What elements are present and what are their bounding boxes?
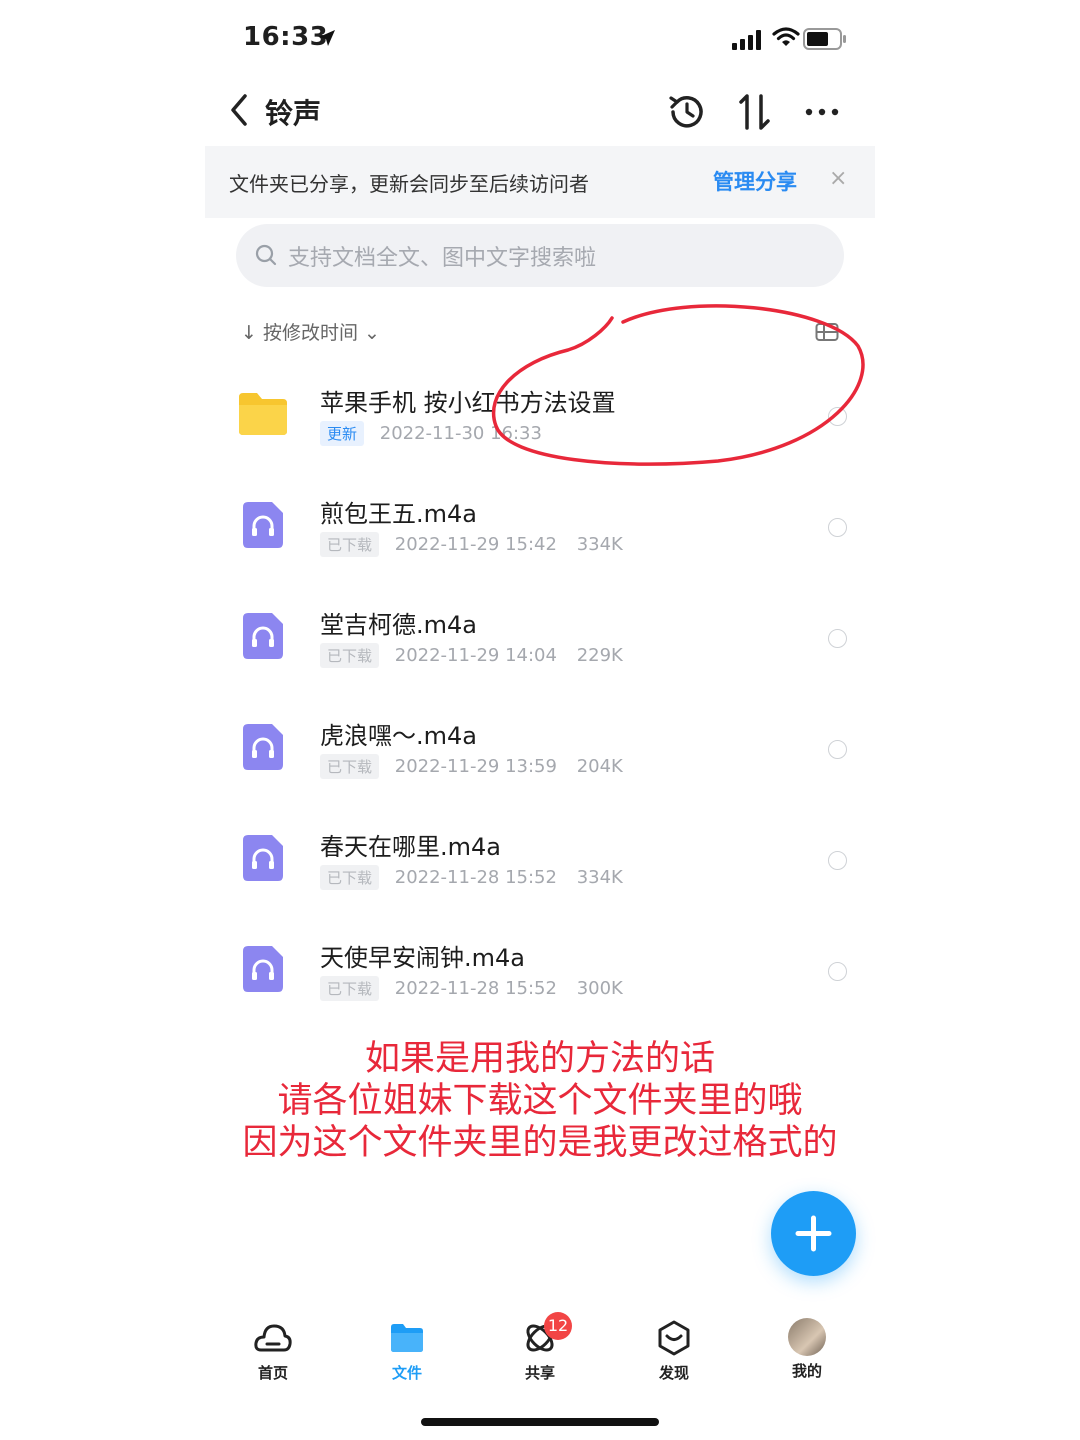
discover-box-icon	[658, 1320, 690, 1356]
tab-label: 首页	[257, 1364, 288, 1382]
annotation-note: 如果是用我的方法的话 请各位姐妹下载这个文件夹里的哦 因为这个文件夹里的是我更改…	[0, 1038, 1080, 1164]
file-size: 300K	[576, 978, 623, 999]
file-name: 春天在哪里.m4a	[320, 833, 501, 861]
list-item-audio[interactable]: 堂吉柯德.m4a 已下载 2022-11-29 14:04 229K	[205, 585, 875, 696]
updated-badge: 更新	[320, 421, 365, 446]
list-item-audio[interactable]: 虎浪嘿～.m4a 已下载 2022-11-29 13:59 204K	[205, 696, 875, 807]
file-date: 2022-11-28 15:52	[394, 867, 557, 888]
sort-by-modified-button[interactable]: ↓ 按修改时间 ⌄	[241, 318, 380, 345]
back-chevron-icon[interactable]	[227, 90, 251, 130]
phone-screen: 16:33 铃声 文件夹已分享，更新会同步至后续访问者 管理分享 × 支持文档全…	[205, 0, 875, 1440]
list-item-audio[interactable]: 煎包王五.m4a 已下载 2022-11-29 15:42 334K	[205, 474, 875, 585]
audio-file-icon	[243, 946, 283, 992]
audio-file-icon	[243, 835, 283, 881]
status-time: 16:33	[243, 22, 329, 52]
wifi-icon	[772, 27, 800, 46]
select-radio[interactable]	[828, 629, 847, 648]
note-line-2: 请各位姐妹下载这个文件夹里的哦	[277, 1081, 803, 1121]
tab-label: 文件	[391, 1364, 422, 1382]
tab-label: 发现	[658, 1364, 689, 1382]
tab-label: 共享	[524, 1364, 555, 1382]
share-count-badge: 12	[544, 1312, 572, 1340]
tab-share[interactable]: 12 共享	[500, 1312, 580, 1383]
search-input[interactable]: 支持文档全文、图中文字搜索啦	[236, 224, 844, 287]
file-size: 229K	[576, 645, 623, 666]
downloaded-badge: 已下载	[320, 754, 380, 779]
file-date: 2022-11-29 15:42	[394, 534, 557, 555]
note-line-1: 如果是用我的方法的话	[364, 1039, 715, 1079]
share-banner: 文件夹已分享，更新会同步至后续访问者 管理分享 ×	[205, 146, 875, 218]
file-meta: 已下载 2022-11-28 15:52 334K	[320, 865, 623, 890]
downloaded-badge: 已下载	[320, 532, 380, 557]
battery-icon	[803, 28, 846, 50]
file-meta: 已下载 2022-11-29 13:59 204K	[320, 754, 623, 779]
more-dots-icon[interactable]	[801, 90, 845, 134]
downloaded-badge: 已下载	[320, 643, 380, 668]
folder-tab-icon	[391, 1324, 423, 1352]
status-bar: 16:33	[205, 0, 875, 80]
tab-bar: 首页 文件 12 共享 发现 我的	[205, 1300, 875, 1400]
file-meta: 已下载 2022-11-29 14:04 229K	[320, 643, 623, 668]
file-name: 天使早安闹钟.m4a	[320, 944, 525, 972]
file-size: 334K	[576, 867, 623, 888]
tab-me[interactable]: 我的	[767, 1318, 847, 1381]
select-radio[interactable]	[828, 518, 847, 537]
history-icon[interactable]	[665, 90, 709, 134]
list-item-audio[interactable]: 天使早安闹钟.m4a 已下载 2022-11-28 15:52 300K	[205, 918, 875, 1029]
note-line-3: 因为这个文件夹里的是我更改过格式的	[242, 1123, 838, 1163]
home-indicator	[421, 1418, 659, 1426]
file-meta: 已下载 2022-11-28 15:52 300K	[320, 976, 623, 1001]
add-button[interactable]	[771, 1191, 856, 1276]
file-date: 2022-11-29 14:04	[394, 645, 557, 666]
sort-arrows-icon[interactable]	[733, 90, 777, 134]
file-name: 煎包王五.m4a	[320, 500, 477, 528]
search-icon	[255, 244, 277, 266]
tab-files[interactable]: 文件	[367, 1318, 447, 1383]
audio-file-icon	[243, 502, 283, 548]
avatar	[788, 1318, 826, 1356]
file-size: 204K	[576, 756, 623, 777]
plus-icon	[795, 1215, 832, 1252]
tab-label: 我的	[791, 1362, 822, 1380]
banner-close-icon[interactable]: ×	[829, 166, 847, 191]
location-arrow-icon	[319, 30, 335, 46]
file-date: 2022-11-28 15:52	[394, 978, 557, 999]
nav-bar: 铃声	[205, 80, 875, 144]
file-size: 334K	[576, 534, 623, 555]
select-radio[interactable]	[828, 740, 847, 759]
file-date: 2022-11-29 13:59	[394, 756, 557, 777]
tab-discover[interactable]: 发现	[634, 1318, 714, 1383]
select-radio[interactable]	[828, 851, 847, 870]
downloaded-badge: 已下载	[320, 976, 380, 1001]
file-name: 堂吉柯德.m4a	[320, 611, 477, 639]
folder-icon	[239, 393, 287, 435]
select-radio[interactable]	[828, 962, 847, 981]
cloud-home-icon	[254, 1324, 292, 1352]
manage-share-link[interactable]: 管理分享	[713, 166, 797, 196]
annotation-circle	[491, 304, 865, 466]
audio-file-icon	[243, 724, 283, 770]
page-title: 铃声	[265, 97, 322, 130]
cellular-signal-icon	[732, 30, 761, 50]
downloaded-badge: 已下载	[320, 865, 380, 890]
file-meta: 已下载 2022-11-29 15:42 334K	[320, 532, 623, 557]
audio-file-icon	[243, 613, 283, 659]
file-name: 虎浪嘿～.m4a	[320, 722, 477, 750]
list-item-audio[interactable]: 春天在哪里.m4a 已下载 2022-11-28 15:52 334K	[205, 807, 875, 918]
tab-home[interactable]: 首页	[233, 1318, 313, 1383]
search-placeholder: 支持文档全文、图中文字搜索啦	[288, 246, 597, 271]
banner-message: 文件夹已分享，更新会同步至后续访问者	[229, 172, 589, 196]
